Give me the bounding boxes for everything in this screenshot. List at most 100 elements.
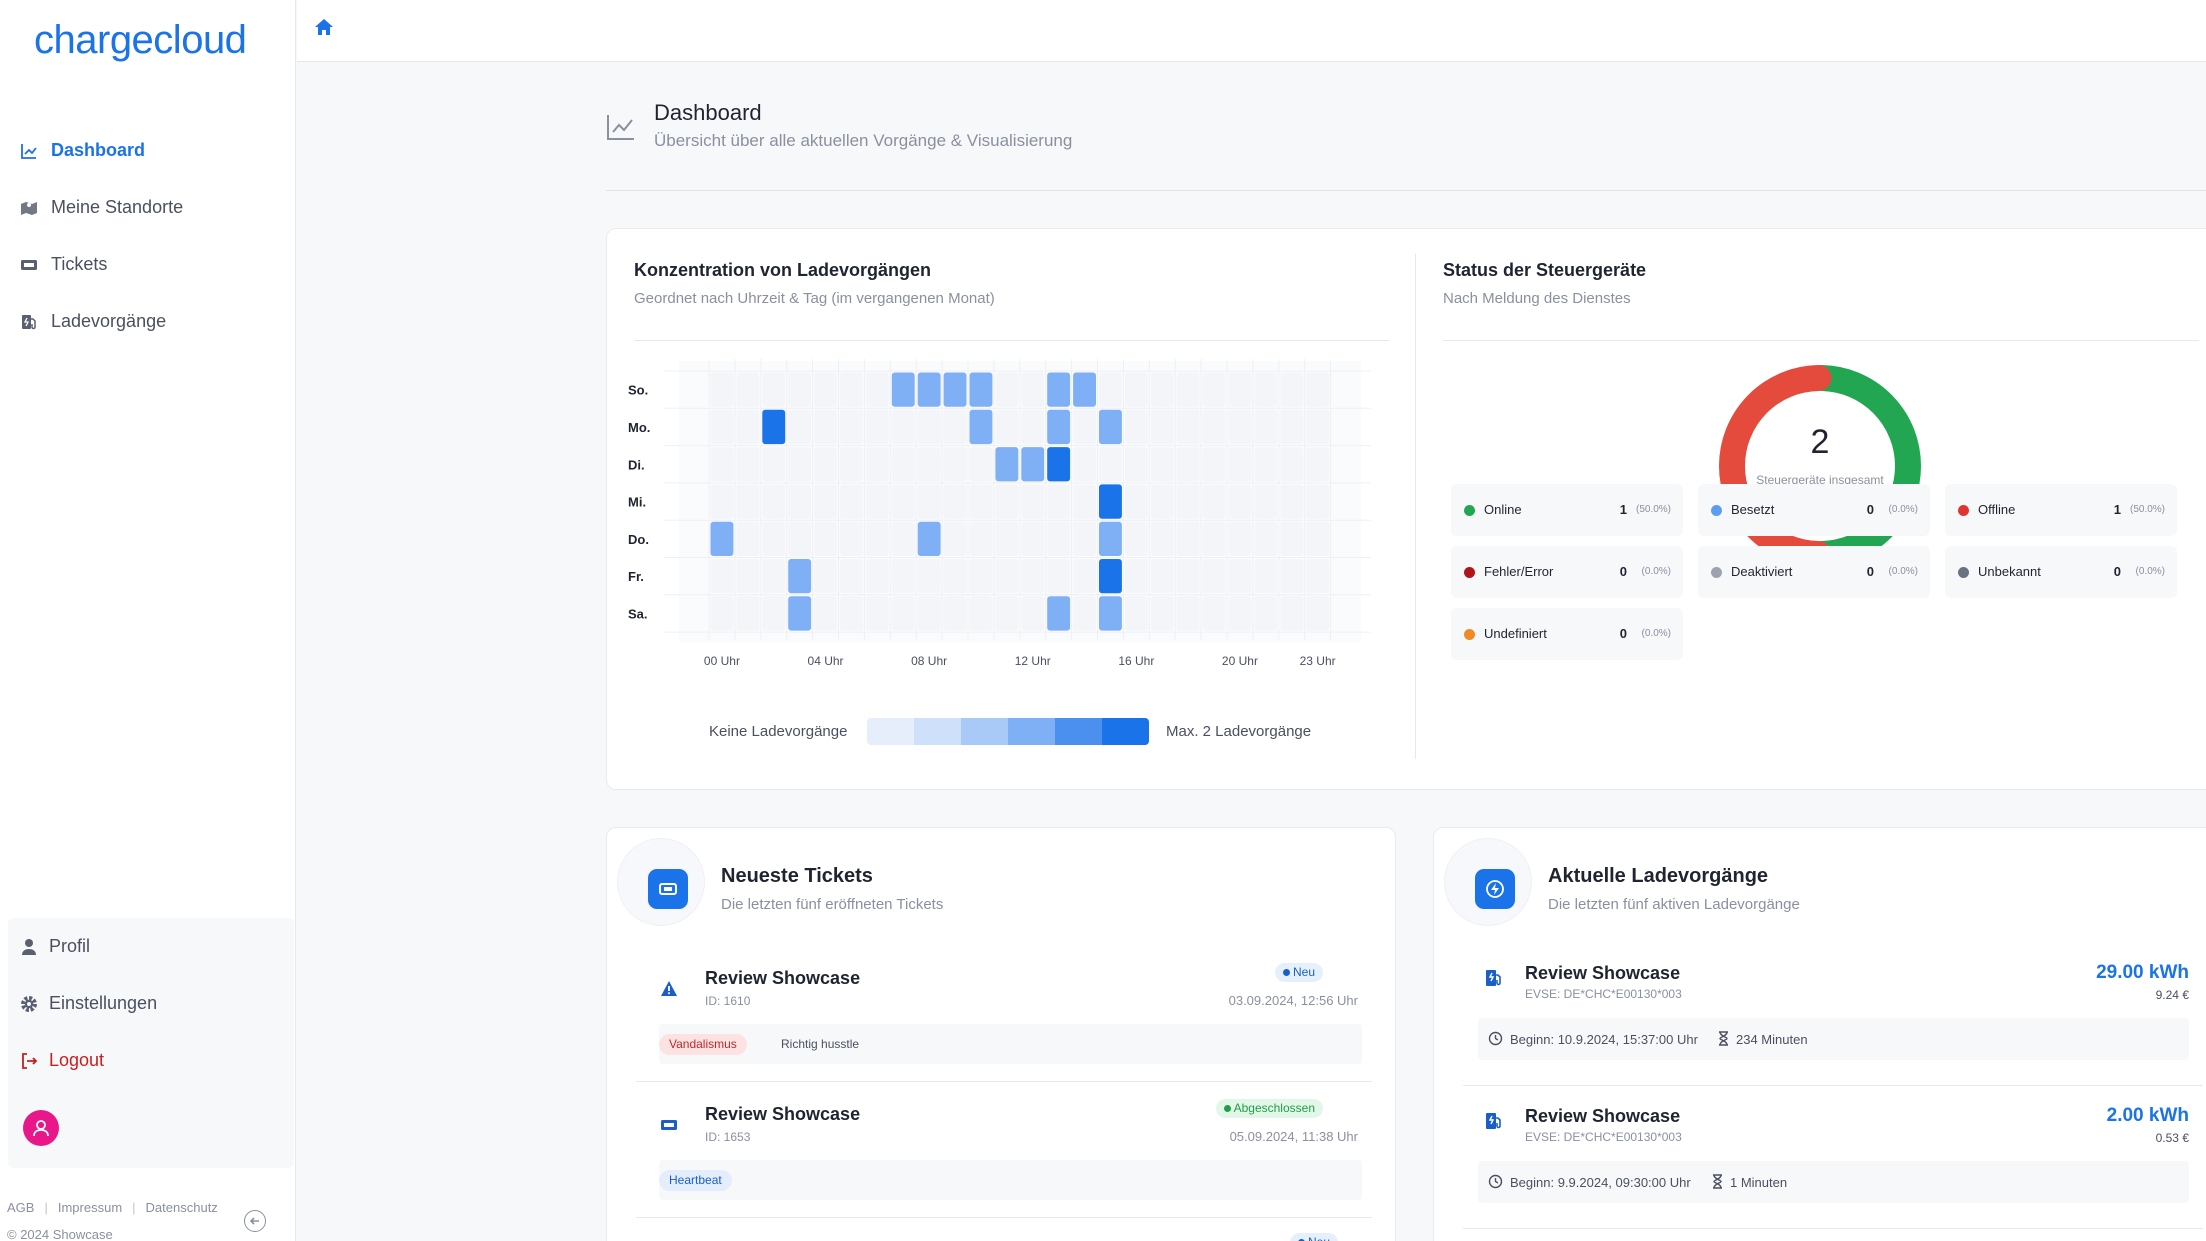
sidebar-item-standorte[interactable]: Meine Standorte (0, 179, 296, 236)
charge-item[interactable]: Review Showcase EVSE: DE*CHC*E00130*003 … (1478, 1105, 2189, 1211)
charge-start: Beginn: 10.9.2024, 15:37:00 Uhr (1510, 1032, 1698, 1047)
heatmap-cell (1073, 447, 1096, 482)
heatmap-cell (840, 559, 863, 594)
heatmap-cell (1202, 559, 1226, 594)
heatmap-cell (995, 559, 1019, 594)
charge-details: Beginn: 9.9.2024, 09:30:00 Uhr 1 Minuten (1478, 1161, 2189, 1203)
status-dot (1711, 505, 1722, 516)
heatmap-cell (1202, 372, 1226, 407)
heatmap-cell-active (1047, 447, 1071, 482)
heatmap-cell (969, 596, 993, 631)
heatmap-cell (891, 447, 915, 482)
heatmap-cell (1150, 372, 1174, 407)
heatmap-cell (736, 596, 760, 631)
home-icon[interactable] (314, 17, 334, 37)
ticket-tag: Heartbeat (659, 1170, 732, 1191)
heatmap-cell (865, 596, 889, 631)
copyright: © 2024 Showcase (7, 1227, 113, 1241)
heatmap-cell (1176, 372, 1200, 407)
heatmap-cell (1073, 484, 1096, 519)
arrow-left-icon (249, 1217, 259, 1225)
datenschutz-link[interactable]: Datenschutz (146, 1200, 218, 1215)
page-title: Dashboard (654, 100, 762, 125)
chargecloud-logo[interactable]: chargecloud (34, 18, 247, 63)
heatmap-cell (1047, 521, 1071, 556)
heatmap-cell (891, 559, 915, 594)
heatmap-cell (1124, 559, 1148, 594)
heatmap-cell (943, 447, 967, 482)
heatmap-cell (1228, 521, 1252, 556)
heatmap-cell (891, 521, 915, 556)
heatmap-cell-active (1099, 484, 1122, 519)
divider (1415, 254, 1416, 759)
clock-icon (1488, 1031, 1503, 1046)
heatmap-cell (840, 447, 863, 482)
status-chip-undefiniert: Undefiniert 0 (0.0%) (1451, 608, 1683, 660)
footer-links: AGB | Impressum | Datenschutz (7, 1200, 218, 1215)
charge-cost: 9.24 € (2155, 988, 2189, 1002)
heatmap-cell (1202, 596, 1226, 631)
heatmap-cell (943, 484, 967, 519)
sidebar-item-dashboard[interactable]: Dashboard (0, 122, 296, 179)
sidebar-item-ladevorgaenge[interactable]: Ladevorgänge (0, 293, 296, 350)
heatmap-cell (762, 372, 786, 407)
profile-link[interactable]: Profil (8, 918, 294, 975)
heatmap-cell-active (891, 372, 915, 407)
status-percent: (0.0%) (2135, 566, 2165, 577)
divider (1443, 340, 2199, 341)
heatmap-cell (1306, 409, 1330, 445)
status-count: 1 (1619, 502, 1627, 517)
ticket-icon (648, 869, 688, 909)
heatmap-cell (840, 484, 863, 519)
ticket-note: Richtig husstle (781, 1037, 860, 1051)
charges-subtitle: Die letzten fünf aktiven Ladevorgänge (1548, 896, 1800, 913)
charge-item[interactable]: Review Showcase EVSE: DE*CHC*E00130*003 … (1478, 962, 2189, 1068)
legend-swatch (1102, 718, 1149, 745)
ticket-item[interactable]: Review Showcase ID: 1653 Abgeschlossen 0… (652, 1099, 1372, 1204)
heatmap-cell (891, 409, 915, 445)
legend-swatch (914, 718, 961, 745)
sidebar-nav: Dashboard Meine Standorte Tickets Ladevo… (0, 122, 296, 350)
heatmap-cell (1021, 372, 1045, 407)
heatmap-cell (814, 559, 837, 594)
ticket-item[interactable]: Review Showcase ID: 1610 Neu 03.09.2024,… (652, 963, 1372, 1068)
heatmap-cell (1228, 372, 1252, 407)
status-chip-fehlererror: Fehler/Error 0 (0.0%) (1451, 546, 1683, 598)
sidebar-item-tickets[interactable]: Tickets (0, 236, 296, 293)
heatmap-cell (969, 447, 993, 482)
heatmap-cell (1124, 409, 1148, 445)
heatmap-cell (995, 484, 1019, 519)
heatmap-cell (1124, 372, 1148, 407)
agb-link[interactable]: AGB (7, 1200, 34, 1215)
heatmap-cell (788, 372, 812, 407)
heatmap-cell (1124, 447, 1148, 482)
heatmap-cell (840, 409, 863, 445)
heatmap-cell (1280, 521, 1304, 556)
heatmap-cell (1306, 596, 1330, 631)
heatmap-cell (1306, 484, 1330, 519)
logout-label: Logout (49, 1050, 105, 1070)
heatmap-cell (865, 447, 889, 482)
heatmap-cell (710, 484, 734, 519)
heatmap-cell (1099, 447, 1122, 482)
logout-link[interactable]: Logout (8, 1032, 294, 1089)
settings-link[interactable]: Einstellungen (8, 975, 294, 1032)
impressum-link[interactable]: Impressum (58, 1200, 122, 1215)
heatmap-cell (865, 484, 889, 519)
heatmap-cell (1280, 559, 1304, 594)
heatmap-cell (1150, 484, 1174, 519)
heatmap-cell (1021, 521, 1045, 556)
status-name: Online (1484, 502, 1522, 517)
heatmap-cell (1073, 409, 1096, 445)
heatmap-cell-active (995, 447, 1019, 482)
divider (1463, 1085, 2203, 1086)
collapse-sidebar-button[interactable] (244, 1210, 266, 1232)
heatmap-cell (762, 447, 786, 482)
avatar[interactable] (23, 1110, 59, 1146)
heatmap-cell (736, 372, 760, 407)
heatmap-cell (788, 521, 812, 556)
heatmap-legend-scale (867, 718, 1149, 745)
legend-max-label: Max. 2 Ladevorgänge (1166, 723, 1312, 740)
status-percent: (50.0%) (2129, 504, 2165, 515)
heatmap-cell (736, 559, 760, 594)
